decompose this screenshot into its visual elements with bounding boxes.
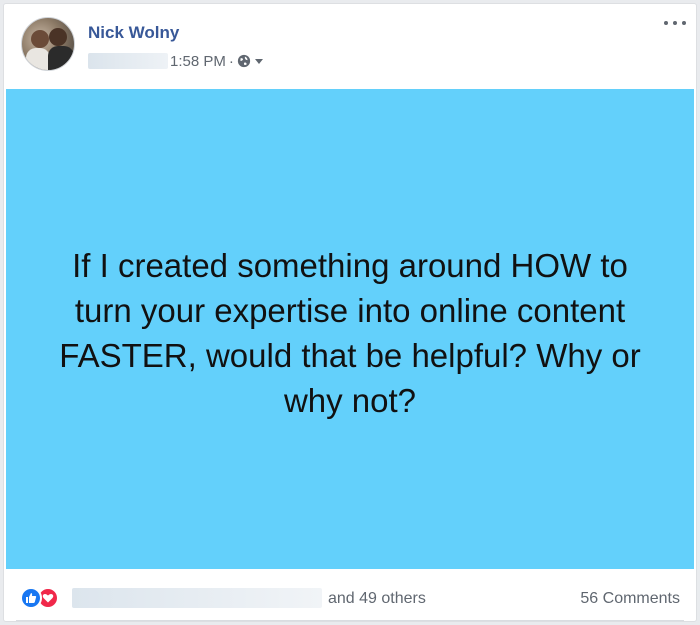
comments-count-link[interactable]: 56 Comments [580,590,680,608]
footer-divider [16,620,684,621]
post-card: Nick Wolny 1:58 PM · If I created someth… [3,3,697,622]
post-timestamp[interactable]: 1:58 PM [170,53,226,70]
post-meta: 1:58 PM · [88,51,264,71]
post-footer: and 49 others 56 Comments [4,571,696,621]
redacted-text [88,53,168,69]
avatar-body-2 [48,46,74,70]
more-dot [682,21,686,25]
post-header: Nick Wolny 1:58 PM · [4,4,696,87]
author-name[interactable]: Nick Wolny [88,23,179,43]
like-reaction-icon [20,587,42,609]
more-dot [664,21,668,25]
globe-icon[interactable] [237,54,251,68]
reaction-icons[interactable] [20,587,59,609]
reaction-others-count[interactable]: and 49 others [328,590,426,608]
post-background-card: If I created something around HOW to tur… [6,89,694,569]
avatar-body-1 [26,48,50,70]
avatar[interactable] [21,17,75,71]
avatar-person-2 [49,28,67,46]
more-dot [673,21,677,25]
chevron-down-icon[interactable] [254,56,264,66]
meta-separator: · [228,52,234,70]
redacted-reactor-names [72,588,322,608]
more-options-button[interactable] [664,16,686,30]
avatar-person-1 [31,30,49,48]
post-text: If I created something around HOW to tur… [59,247,641,419]
